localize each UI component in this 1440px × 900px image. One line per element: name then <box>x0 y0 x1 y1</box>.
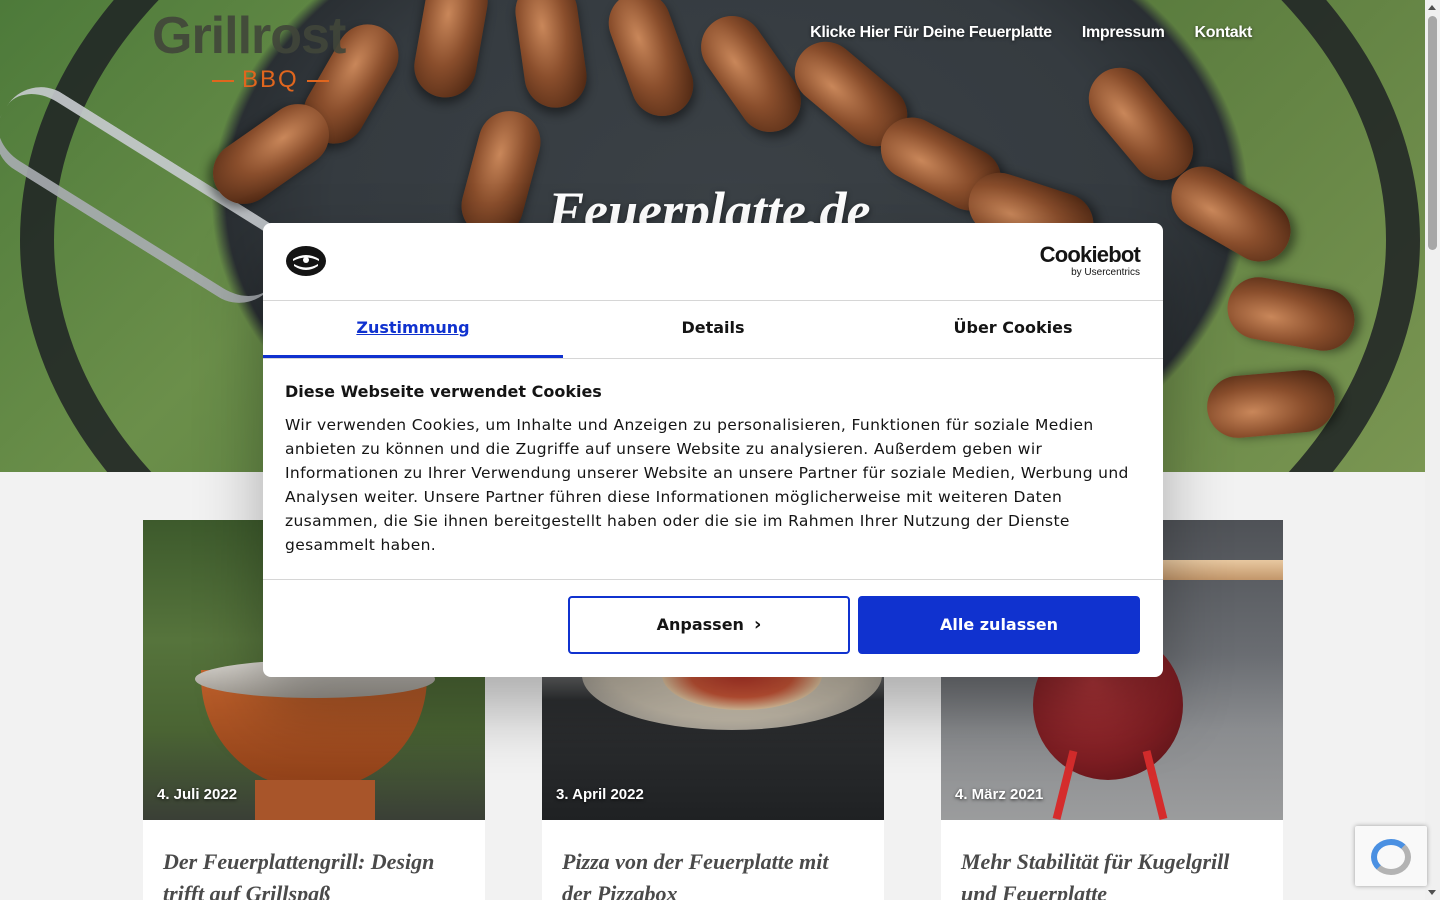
card-date: 4. Juli 2022 <box>157 786 238 803</box>
nav-link-impressum[interactable]: Impressum <box>1082 24 1165 42</box>
cookiebot-brand[interactable]: Cookiebot by Usercentrics <box>1039 242 1141 279</box>
cookiebot-logo-icon <box>286 246 326 276</box>
card-title[interactable]: Der Feuerplattengrill: Design trifft auf… <box>163 846 463 900</box>
cookie-dialog-text: Wir verwenden Cookies, um Inhalte und An… <box>285 416 1129 554</box>
recaptcha-badge[interactable] <box>1355 826 1427 886</box>
card-date: 4. März 2021 <box>955 786 1044 803</box>
scroll-down-icon[interactable] <box>1428 890 1436 895</box>
cookie-dialog-header: Cookiebot by Usercentrics <box>263 223 1163 301</box>
logo-text: Grillrost <box>152 7 346 65</box>
cookie-dialog-heading: Diese Webseite verwendet Cookies <box>285 382 602 401</box>
recaptcha-icon <box>1371 839 1411 875</box>
main-navigation: Klicke Hier Für Deine Feuerplatte Impres… <box>810 24 1252 42</box>
tab-zustimmung[interactable]: Zustimmung <box>263 301 563 358</box>
scroll-up-icon[interactable] <box>1428 5 1436 10</box>
scrollbar-thumb[interactable] <box>1428 16 1437 250</box>
chevron-right-icon: › <box>753 614 762 635</box>
nav-link-feuerplatte[interactable]: Klicke Hier Für Deine Feuerplatte <box>810 24 1052 42</box>
customize-button-label: Anpassen <box>656 615 744 634</box>
allow-all-button[interactable]: Alle zulassen <box>858 596 1140 654</box>
cookie-consent-dialog: Cookiebot by Usercentrics Zustimmung Det… <box>263 223 1163 677</box>
brand-subtext: by Usercentrics <box>1071 267 1140 278</box>
cookie-dialog-body: Diese Webseite verwendet Cookies Wir ver… <box>285 381 1141 557</box>
card-title[interactable]: Mehr Stabilität für Kugelgrill und Feuer… <box>961 846 1261 900</box>
nav-link-kontakt[interactable]: Kontakt <box>1195 24 1253 42</box>
stand-image <box>255 780 375 820</box>
customize-button[interactable]: Anpassen › <box>568 596 850 654</box>
page-scrollbar[interactable] <box>1425 0 1440 900</box>
brand-name: Cookiebot <box>1039 242 1141 267</box>
site-logo[interactable]: Grillrost BBQ <box>152 6 392 96</box>
card-date: 3. April 2022 <box>556 786 644 803</box>
tab-details[interactable]: Details <box>563 301 863 358</box>
tab-ueber-cookies[interactable]: Über Cookies <box>863 301 1163 358</box>
cookie-tabs: Zustimmung Details Über Cookies <box>263 301 1163 359</box>
card-title[interactable]: Pizza von der Feuerplatte mit der Pizzab… <box>562 846 862 900</box>
cookie-dialog-footer: Anpassen › Alle zulassen <box>263 579 1163 677</box>
logo-subtext: BBQ <box>204 66 337 94</box>
